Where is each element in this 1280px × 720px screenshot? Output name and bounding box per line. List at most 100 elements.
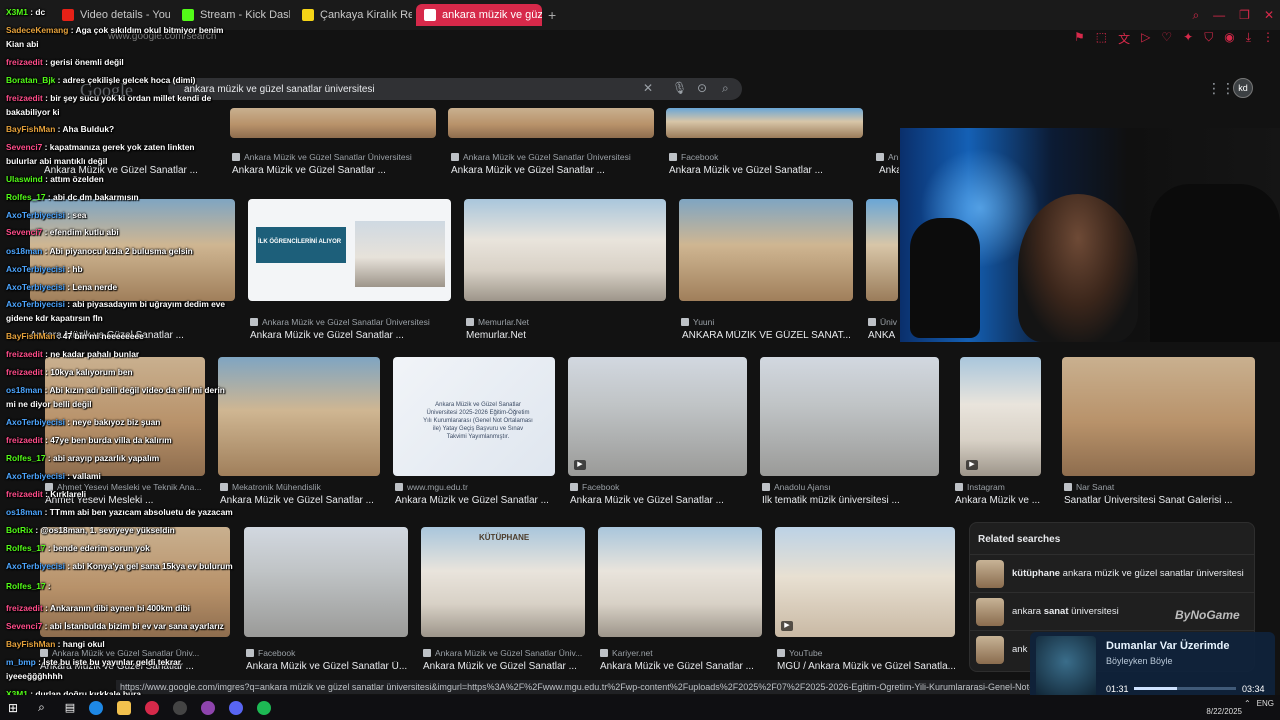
result-title[interactable]: Memurlar.Net bbox=[466, 330, 526, 341]
result-source[interactable]: Ankara Müzik ve Güzel Sanatlar Üniv... bbox=[40, 648, 199, 658]
result-source[interactable]: Yuuni bbox=[681, 317, 714, 327]
translate-icon[interactable]: 文 bbox=[1118, 30, 1130, 47]
image-result-thumbnail[interactable] bbox=[679, 199, 853, 301]
close-icon[interactable]: ✕ bbox=[1264, 8, 1274, 23]
lang-indicator[interactable]: ENG bbox=[1257, 699, 1274, 708]
result-title[interactable]: Ankara Müzik ve Güzel Sanatlar ... bbox=[250, 330, 404, 341]
file-explorer-icon[interactable] bbox=[117, 700, 132, 715]
result-source[interactable]: Kariyer.net bbox=[600, 648, 653, 658]
image-result-thumbnail[interactable] bbox=[666, 108, 863, 138]
image-result-thumbnail[interactable] bbox=[230, 108, 436, 138]
image-result-thumbnail[interactable] bbox=[40, 527, 230, 637]
result-title[interactable]: Ankara Müzik ve Güzel Sanatlar ... bbox=[232, 165, 386, 176]
result-source[interactable]: Anadolu Ajansı bbox=[762, 482, 831, 492]
related-search-item[interactable]: kütüphane ankara müzik ve güzel sanatlar… bbox=[970, 554, 1254, 592]
image-result-thumbnail[interactable] bbox=[1062, 357, 1255, 476]
image-result-thumbnail[interactable] bbox=[598, 527, 762, 637]
extensions-icon[interactable]: ✦ bbox=[1183, 30, 1193, 47]
shield-icon[interactable]: ⛉ bbox=[1204, 30, 1213, 47]
opera-icon[interactable] bbox=[145, 700, 160, 715]
image-result-thumbnail[interactable]: İLK ÖĞRENCİLERİNİ ALIYOR bbox=[248, 199, 451, 301]
result-source[interactable]: Mekatronik Mühendislik bbox=[220, 482, 321, 492]
screenshot-icon[interactable]: ⬚ bbox=[1096, 30, 1107, 47]
maximize-icon[interactable]: ❐ bbox=[1239, 8, 1250, 23]
browser-tab[interactable]: Stream - Kick Dashboard bbox=[174, 4, 290, 26]
discord-icon[interactable] bbox=[229, 700, 244, 715]
image-result-thumbnail[interactable] bbox=[464, 199, 666, 301]
result-title[interactable]: MGÜ / Ankara Müzik ve Güzel Sanatla... bbox=[777, 661, 956, 672]
result-source[interactable]: Nar Sanat bbox=[1064, 482, 1114, 492]
result-title[interactable]: Sanatlar Üniversitesi Sanat Galerisi ... bbox=[1064, 495, 1232, 506]
result-source[interactable]: Ankara Müzik ve Güzel Sanatlar Üniversit… bbox=[250, 317, 430, 327]
address-url[interactable]: www.google.com/search bbox=[108, 31, 216, 42]
task-view-icon[interactable]: ▤ bbox=[65, 701, 75, 714]
result-source[interactable]: Ankara Müzik ve Güzel Sanatlar Üniversit… bbox=[232, 152, 412, 162]
result-source[interactable]: www.mgu.edu.tr bbox=[395, 482, 468, 492]
bookmark-icon[interactable]: ⚑ bbox=[1074, 30, 1085, 47]
new-tab-button[interactable]: + bbox=[548, 7, 556, 23]
result-title[interactable]: Ankara Müzik ve Güzel Sanatlar ... bbox=[600, 661, 754, 672]
spotify-icon[interactable] bbox=[257, 700, 272, 715]
result-title[interactable]: Ankara Müzik ve Güzel Sanatlar Ü... bbox=[246, 661, 407, 672]
obs-icon[interactable] bbox=[173, 700, 188, 715]
app-icon[interactable] bbox=[201, 700, 216, 715]
download-icon[interactable]: ⤓ bbox=[1246, 30, 1251, 47]
result-title[interactable]: Ankara Müzik ve Güzel Sanatlar ... bbox=[570, 495, 724, 506]
microphone-icon[interactable]: 🎙︎ bbox=[672, 81, 687, 95]
image-result-thumbnail[interactable] bbox=[45, 357, 205, 476]
result-title[interactable]: Ankara Müzik ve Güzel Sanatlar ... bbox=[30, 330, 184, 341]
heart-icon[interactable]: ♡ bbox=[1161, 30, 1172, 47]
result-title[interactable]: İlk tematik müzik üniversitesi ... bbox=[762, 495, 900, 506]
result-title[interactable]: Ankara Müzik ve Güzel Sanatlar ... bbox=[451, 165, 605, 176]
result-source[interactable]: Facebook bbox=[570, 482, 619, 492]
image-result-thumbnail[interactable] bbox=[448, 108, 654, 138]
result-title[interactable]: Ankara Müzik ve Güzel Sanatlar ... bbox=[44, 165, 198, 176]
search-icon[interactable]: ⌕ bbox=[722, 81, 729, 96]
result-source[interactable]: Facebook bbox=[246, 648, 295, 658]
taskbar-clock[interactable]: 8/22/2025 bbox=[1206, 697, 1242, 717]
clear-icon[interactable]: ✕ bbox=[643, 81, 653, 95]
browser-tab[interactable]: Video details - YouTube S bbox=[54, 4, 170, 26]
tray-chevron-icon[interactable]: ⌃ bbox=[1244, 699, 1251, 708]
edge-icon[interactable] bbox=[89, 700, 104, 715]
image-result-thumbnail[interactable] bbox=[760, 357, 939, 476]
result-source[interactable]: Ahmet Yesevi Mesleki ve Teknik Ana... bbox=[45, 482, 201, 492]
account-avatar[interactable]: kd bbox=[1233, 78, 1253, 98]
result-title[interactable]: Anka bbox=[879, 165, 899, 176]
search-tabs-icon[interactable]: ⌕ bbox=[1192, 8, 1199, 23]
menu-icon[interactable]: ⋮ bbox=[1262, 30, 1274, 47]
image-result-thumbnail[interactable] bbox=[866, 199, 898, 301]
result-title[interactable]: Ankara Müzik ve Güzel Sanatlar ... bbox=[220, 495, 374, 506]
image-result-thumbnail[interactable]: KÜTÜPHANE bbox=[421, 527, 585, 637]
search-input[interactable]: ankara müzik ve güzel sanatlar üniversit… bbox=[184, 84, 375, 95]
result-title[interactable]: Ankara Müzik ve Güzel Sanatlar ... bbox=[395, 495, 549, 506]
result-title[interactable]: ANKARA MÜZİK VE GÜZEL SANAT... bbox=[682, 330, 851, 341]
result-source[interactable]: Facebook bbox=[669, 152, 718, 162]
result-source[interactable]: Üniv bbox=[868, 317, 897, 327]
image-result-thumbnail[interactable] bbox=[244, 527, 408, 637]
result-source[interactable]: Ankara Müzik ve Güzel Sanatlar Üniversit… bbox=[451, 152, 631, 162]
browser-tab[interactable]: ankara müzik ve güzel sa bbox=[416, 4, 542, 26]
result-title[interactable]: Ankara Müzik ve Güzel Sanatlar ... bbox=[423, 661, 577, 672]
result-title[interactable]: Ankara Müzik ve ... bbox=[955, 495, 1040, 506]
google-logo[interactable]: Google bbox=[80, 80, 133, 101]
result-title[interactable]: ANKA bbox=[868, 330, 898, 341]
result-source[interactable]: Memurlar.Net bbox=[466, 317, 529, 327]
apps-grid-icon[interactable]: ⋮⋮ bbox=[1207, 80, 1235, 97]
image-result-thumbnail[interactable]: ▶ bbox=[960, 357, 1041, 476]
play-icon[interactable]: ▷ bbox=[1141, 30, 1150, 47]
result-source[interactable]: Ankara Müzik ve Güzel Sanatlar Üniv... bbox=[423, 648, 582, 658]
image-result-thumbnail[interactable] bbox=[218, 357, 380, 476]
image-result-thumbnail[interactable]: Ankara Müzik ve Güzel Sanatlar Üniversit… bbox=[393, 357, 555, 476]
profile-icon[interactable]: ◉ bbox=[1224, 30, 1234, 47]
image-result-thumbnail[interactable]: ▶ bbox=[775, 527, 955, 637]
windows-start-icon[interactable]: ⊞ bbox=[8, 701, 18, 715]
minimize-icon[interactable]: — bbox=[1213, 8, 1225, 23]
result-title[interactable]: Ankara Müzik ve Güzel Sanatlar ... bbox=[669, 165, 823, 176]
taskbar-search-icon[interactable]: ⌕ bbox=[38, 700, 45, 715]
result-title[interactable]: Ankara Müzik ve Güzel Sanatlar ... bbox=[40, 661, 194, 672]
lens-icon[interactable]: ⊙ bbox=[697, 81, 707, 95]
image-result-thumbnail[interactable]: ▶ bbox=[568, 357, 747, 476]
result-title[interactable]: Ahmet Yesevi Mesleki ... bbox=[45, 495, 153, 506]
browser-tab[interactable]: Çankaya Kiralık Rezidans bbox=[294, 4, 412, 26]
